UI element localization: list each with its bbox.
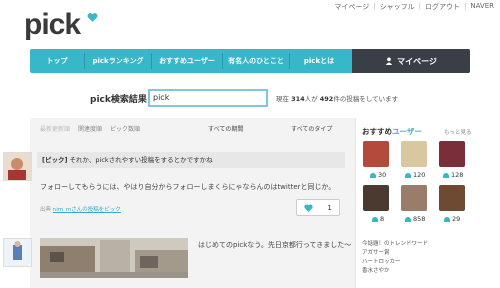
type-select[interactable]: すべてのタイプ [291,124,332,133]
search-label: pick検索結果 [90,95,147,105]
like-button[interactable]: 1 [296,199,340,216]
post-title: それか、pickされやすい投稿をするとかですかね [67,156,213,164]
avatar-image [4,239,31,266]
user-icon [385,57,393,65]
trend-title: 今話題！のトレンドワード [362,241,429,247]
user-thumb[interactable] [401,141,427,167]
user-pick-count: 858 [405,215,425,223]
user-pick-count: 29 [444,215,460,223]
sort-latest[interactable]: 最新更新順 [40,124,70,133]
post-meta: 出典 nim_mさんの投稿をピック [40,207,121,213]
user-pick-count: 30 [370,171,386,179]
top-link-naver[interactable]: NAVER [470,2,494,12]
recommended-users-title: おすすめユーザー [362,127,422,136]
heart-icon [372,216,378,222]
logo[interactable]: pick [24,8,81,42]
post-author-link[interactable]: nim_m [53,207,71,213]
result-count: 現在 314人が 492件の投稿をしています [276,95,399,103]
user-thumb[interactable] [363,185,389,211]
top-links: マイページ | シャッフル | ログアウト | NAVER [334,2,494,12]
post-photo[interactable] [40,238,188,278]
more-link[interactable]: もっと見る [444,128,472,136]
trend-word[interactable]: アガサー賞 [362,248,390,256]
sort-pick-count[interactable]: ピック数順 [110,124,140,133]
nav-recommended-users[interactable]: おすすめユーザー [152,49,222,73]
user-thumb[interactable] [363,141,389,167]
heart-icon [405,172,411,178]
user-thumb[interactable] [439,185,465,211]
street-photo [40,238,188,278]
sort-relevance[interactable]: 関連度順 [78,124,102,133]
user-thumb[interactable] [401,185,427,211]
post-body: フォローしてもらうには、やはり自分からフォローしまくらにゃならんのはtwitte… [40,183,336,191]
mypage-button[interactable]: マイページ [352,49,470,73]
user-pick-count: 120 [405,171,425,179]
avatar-image [4,153,31,180]
nav-celebrity[interactable]: 有名人のひとこと [223,49,289,73]
user-pick-count: 8 [372,215,384,223]
period-select[interactable]: すべての期間 [208,124,243,133]
heart-icon [87,13,98,22]
user-thumb[interactable] [439,141,465,167]
nav-top[interactable]: トップ [30,49,84,73]
main-nav: トップ pickランキング おすすめユーザー 有名人のひとこと pickとは マ… [30,49,470,73]
sort-filters: 最新更新順 関連度順 ピック数順 [40,124,140,133]
heart-icon [443,172,449,178]
like-count: 1 [327,203,332,212]
user-pick-count: 128 [443,171,463,179]
post-text: はじめてのpickなう。先日京都行ってきました～ [198,241,352,249]
search-input[interactable]: pick [148,89,268,107]
post-header[interactable]: [ピック] それか、pickされやすい投稿をするとかですかね [37,152,345,168]
avatar[interactable] [3,152,32,181]
top-link-logout[interactable]: ログアウト [425,2,460,12]
heart-icon [405,216,411,222]
mypage-label: マイページ [397,56,437,66]
avatar[interactable] [3,238,32,267]
trend-word[interactable]: ハートロッカー [362,257,401,265]
post-tag: [ピック] [42,156,68,164]
heart-icon [370,172,376,178]
nav-about[interactable]: pickとは [290,49,348,73]
heart-icon [304,203,313,212]
top-link-mypage[interactable]: マイページ [334,2,369,12]
heart-icon [444,216,450,222]
nav-ranking[interactable]: pickランキング [85,49,151,73]
top-link-shuffle[interactable]: シャッフル [380,2,415,12]
trend-word[interactable]: 香水さやか [362,266,390,274]
